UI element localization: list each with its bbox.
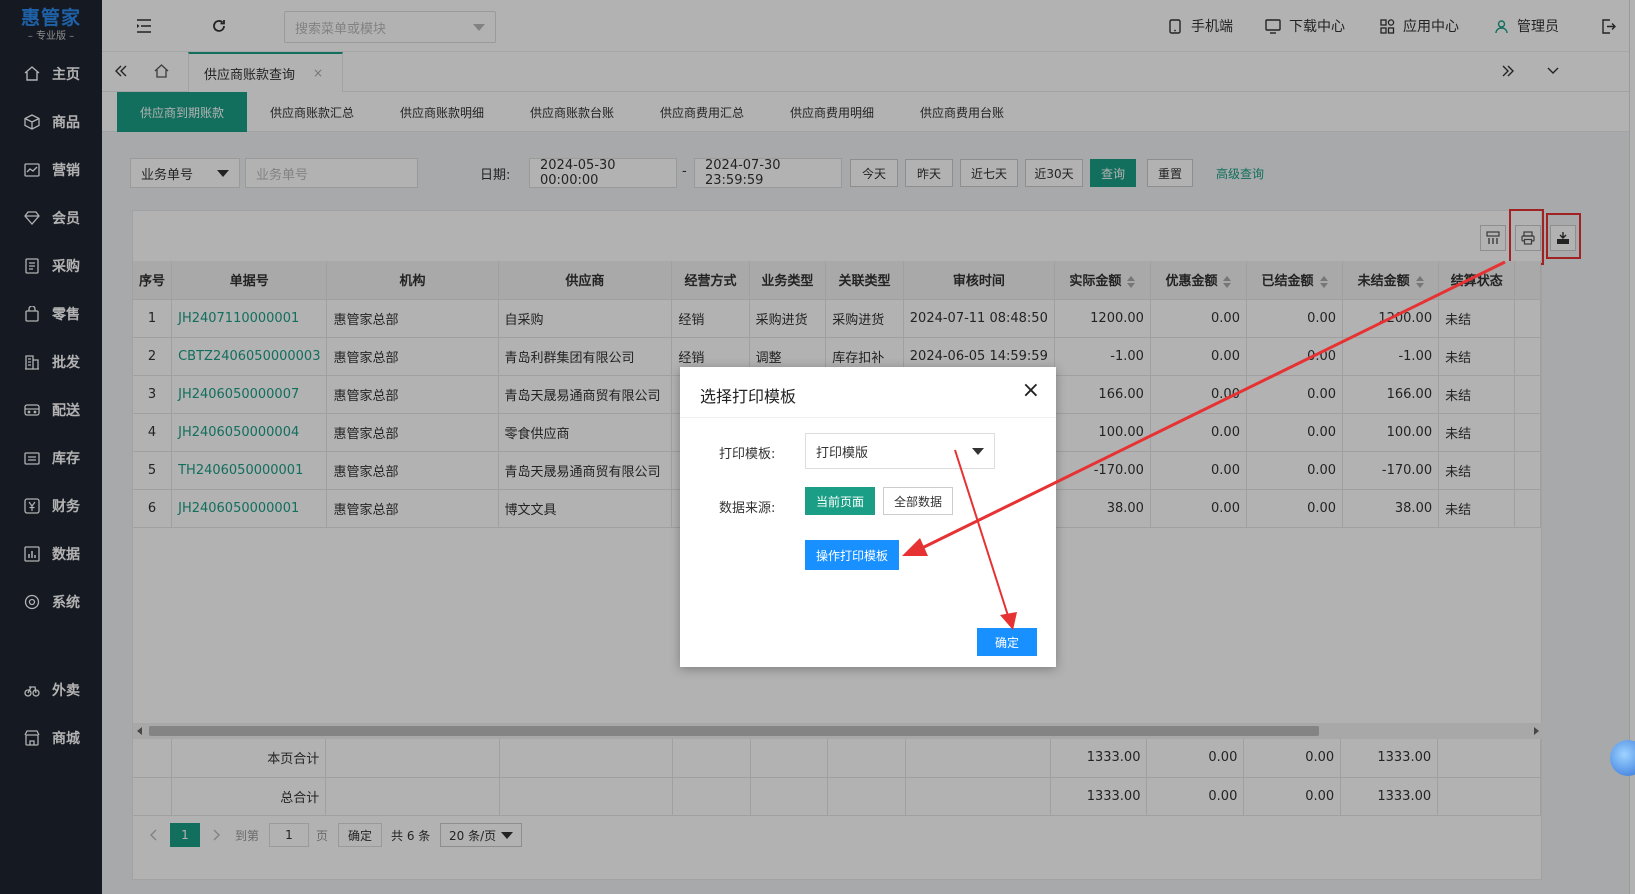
dialog-title: 选择打印模板 — [700, 387, 797, 406]
template-select[interactable]: 打印模版 — [805, 433, 995, 469]
close-icon[interactable]: × — [1022, 379, 1040, 403]
template-select-value: 打印模版 — [816, 445, 869, 461]
operate-print-template-button[interactable]: 操作打印模板 — [805, 540, 899, 570]
dialog-divider — [680, 417, 1056, 418]
print-template-dialog: 选择打印模板 × 打印模板: 打印模版 数据来源: 当前页面 全部数据 操作打印… — [680, 367, 1056, 667]
confirm-button[interactable]: 确定 — [977, 628, 1037, 656]
chevron-down-icon — [972, 447, 984, 455]
data-source-label: 数据来源: — [719, 501, 776, 516]
source-current-page-button[interactable]: 当前页面 — [805, 487, 875, 515]
source-all-data-button[interactable]: 全部数据 — [883, 487, 953, 515]
template-label: 打印模板: — [719, 447, 776, 462]
